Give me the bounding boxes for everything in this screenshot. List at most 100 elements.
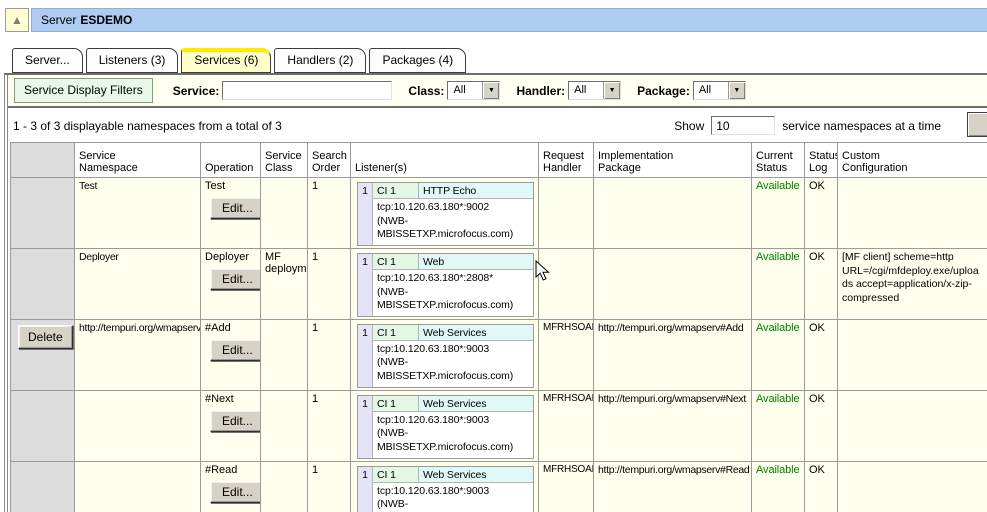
table-row: Test Test Edit... 1 1 CI 1 HTTP Echo [11, 178, 987, 249]
column-header-listeners: Listener(s) [351, 143, 539, 178]
table-row: #Read Edit... 1 1 CI 1 Web Services t [11, 461, 987, 512]
request-handler-cell [539, 178, 594, 249]
tab-server[interactable]: Server... [12, 48, 83, 73]
status-log-cell: OK [805, 390, 838, 461]
listeners-cell: 1 CI 1 HTTP Echo tcp:10.120.63.180*:9002… [351, 178, 539, 249]
service-namespace-cell: Test [75, 178, 201, 249]
column-header-service-class: Service Class [261, 143, 308, 178]
listener-host: (NWB-MBISSETXP.microfocus.com) [377, 427, 529, 454]
tab-handlers[interactable]: Handlers (2) [274, 48, 366, 73]
column-header-current-status: Current Status [752, 143, 805, 178]
chevron-down-icon: ▼ [728, 82, 745, 99]
server-name: ESDEMO [80, 13, 132, 27]
show-count-input[interactable] [711, 116, 775, 135]
listener-box: 1 CI 1 HTTP Echo tcp:10.120.63.180*:9002… [357, 182, 534, 246]
edit-button[interactable]: Edit... [210, 481, 261, 503]
pagination-bar: 1 - 3 of 3 displayable namespaces from a… [8, 108, 987, 142]
edit-button[interactable]: Edit... [210, 197, 261, 219]
collapse-button[interactable]: ▲ [5, 8, 29, 32]
table-row: Delete http://tempuri.org/wmapserv #Add … [11, 319, 987, 390]
server-title-bar: Server ESDEMO [31, 8, 987, 32]
operation-cell: #Add Edit... [201, 319, 261, 390]
listener-host: (NWB-MBISSETXP.microfocus.com) [377, 215, 529, 242]
package-filter-select[interactable]: All ▼ [693, 81, 746, 100]
service-class-cell [261, 461, 308, 512]
status-log-cell: OK [805, 319, 838, 390]
column-header-operation: Operation [201, 143, 261, 178]
column-header-search-order: Search Order [308, 143, 351, 178]
listeners-cell: 1 CI 1 Web tcp:10.120.63.180*:2808* (NWB… [351, 248, 539, 319]
implementation-package-cell: http://tempuri.org/wmapserv#Read [594, 461, 752, 512]
delete-button[interactable]: Delete [18, 325, 73, 349]
listener-host: (NWB-MBISSETXP.microfocus.com) [377, 286, 529, 313]
listener-box: 1 CI 1 Web Services tcp:10.120.63.180*:9… [357, 466, 534, 512]
service-class-cell: MF deployment [261, 248, 308, 319]
service-filter-label: Service: [173, 84, 220, 98]
implementation-package-cell [594, 248, 752, 319]
package-filter-label: Package: [637, 84, 690, 98]
column-header-custom-configuration: Custom Configuration [838, 143, 987, 178]
status-log-cell: OK [805, 248, 838, 319]
edit-button[interactable]: Edit... [210, 410, 261, 432]
server-label: Server [41, 13, 76, 27]
service-namespace-cell: http://tempuri.org/wmapserv [75, 319, 201, 390]
request-handler-cell: MFRHSOAP [539, 390, 594, 461]
class-filter-select[interactable]: All ▼ [447, 81, 500, 100]
server-header: ▲ Server ESDEMO [5, 8, 987, 32]
listener-address: tcp:10.120.63.180*:9003 [377, 414, 529, 428]
search-order-cell: 1 [308, 178, 351, 249]
listeners-cell: 1 CI 1 Web Services tcp:10.120.63.180*:9… [351, 319, 539, 390]
filters-title: Service Display Filters [14, 78, 153, 103]
current-status-cell: Available [752, 390, 805, 461]
operation-cell: #Read Edit... [201, 461, 261, 512]
listener-address: tcp:10.120.63.180*:9003 [377, 343, 529, 357]
table-row: Deployer Deployer Edit... MF deployment … [11, 248, 987, 319]
service-class-cell [261, 178, 308, 249]
listeners-cell: 1 CI 1 Web Services tcp:10.120.63.180*:9… [351, 461, 539, 512]
implementation-package-cell: http://tempuri.org/wmapserv#Next [594, 390, 752, 461]
service-filter-input[interactable] [222, 81, 392, 100]
search-order-cell: 1 [308, 248, 351, 319]
mouse-cursor [535, 260, 551, 282]
chevron-down-icon: ▼ [482, 82, 499, 99]
enterprise-server-admin-page: ▲ Server ESDEMO Server... Listeners (3) … [0, 0, 987, 512]
table-header-row: Service Namespace Operation Service Clas… [11, 143, 987, 178]
operation-cell: #Next Edit... [201, 390, 261, 461]
class-filter-label: Class: [408, 84, 444, 98]
tab-bar: Server... Listeners (3) Services (6) Han… [12, 48, 987, 73]
service-class-cell [261, 319, 308, 390]
implementation-package-cell [594, 178, 752, 249]
custom-configuration-cell [838, 319, 987, 390]
listener-address: tcp:10.120.63.180*:2808* [377, 272, 529, 286]
search-order-cell: 1 [308, 461, 351, 512]
custom-configuration-cell [838, 390, 987, 461]
tab-listeners[interactable]: Listeners (3) [86, 48, 179, 73]
service-namespace-cell: Deployer [75, 248, 201, 319]
edit-button[interactable]: Edit... [210, 339, 261, 361]
service-namespace-cell [75, 390, 201, 461]
current-status-cell: Available [752, 319, 805, 390]
tab-packages[interactable]: Packages (4) [369, 48, 466, 73]
services-table: Service Namespace Operation Service Clas… [10, 142, 987, 512]
show-suffix-label: service namespaces at a time [782, 119, 941, 133]
request-handler-cell: MFRHSOAP [539, 461, 594, 512]
current-status-cell: Available [752, 461, 805, 512]
column-header-request-handler: Request Handler [539, 143, 594, 178]
listener-box: 1 CI 1 Web Services tcp:10.120.63.180*:9… [357, 395, 534, 459]
table-row: #Next Edit... 1 1 CI 1 Web Services t [11, 390, 987, 461]
service-display-filters-bar: Service Display Filters Service: Class: … [8, 75, 987, 108]
tab-services[interactable]: Services (6) [181, 48, 271, 73]
listener-address: tcp:10.120.63.180*:9002 [377, 201, 529, 215]
custom-configuration-cell [838, 461, 987, 512]
pagination-side-button[interactable] [967, 112, 987, 137]
search-order-cell: 1 [308, 390, 351, 461]
column-header-service-namespace: Service Namespace [75, 143, 201, 178]
listener-box: 1 CI 1 Web tcp:10.120.63.180*:2808* (NWB… [357, 253, 534, 317]
service-class-cell [261, 390, 308, 461]
custom-configuration-cell: [MF client] scheme=http URL=/cgi/mfdeplo… [838, 248, 987, 319]
column-header-actions [11, 143, 75, 178]
listener-address: tcp:10.120.63.180*:9003 [377, 485, 529, 499]
handler-filter-select[interactable]: All ▼ [568, 81, 621, 100]
edit-button[interactable]: Edit... [210, 268, 261, 290]
triangle-up-icon: ▲ [11, 13, 23, 27]
